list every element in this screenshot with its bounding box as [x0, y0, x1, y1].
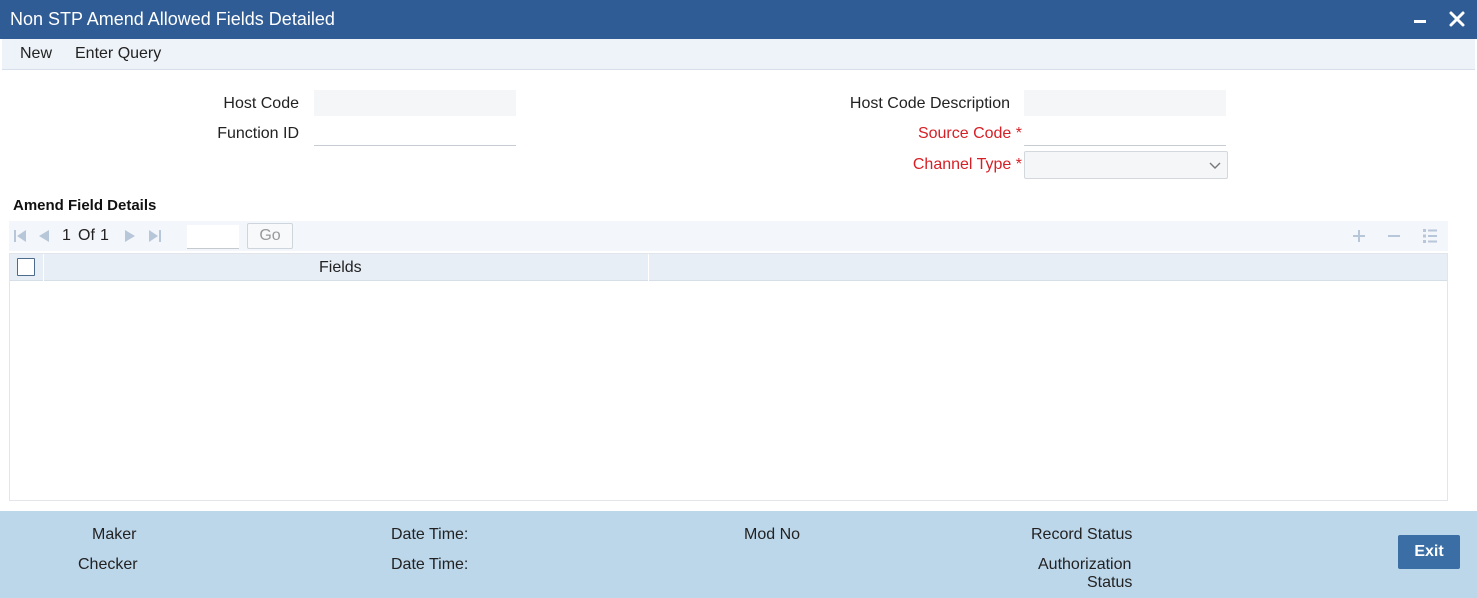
mod-no-label: Mod No: [744, 526, 801, 543]
close-icon[interactable]: [1446, 8, 1468, 30]
authorization-status-label-line2: Status: [1087, 574, 1133, 591]
checker-label: Checker: [78, 556, 138, 573]
host-code-description-label: Host Code Description: [849, 95, 1010, 112]
page-number-input[interactable]: [187, 225, 239, 249]
checker-date-time-label: Date Time:: [391, 556, 469, 573]
maker-date-time-label: Date Time:: [391, 526, 469, 543]
add-row-icon[interactable]: [1349, 226, 1369, 246]
grid-toolbar: 1 Of 1 Go: [9, 221, 1448, 251]
pager-current: 1: [62, 227, 71, 244]
last-page-icon[interactable]: [148, 229, 162, 243]
host-code-field[interactable]: [314, 90, 516, 116]
list-view-icon[interactable]: [1420, 226, 1440, 246]
host-code-description-field[interactable]: [1024, 90, 1226, 116]
table-header: Fields: [10, 254, 1447, 281]
audit-footer: Maker Checker Date Time: Date Time: Mod …: [0, 511, 1477, 598]
chevron-down-icon: [1209, 162, 1221, 169]
channel-type-select[interactable]: [1024, 151, 1228, 179]
first-page-icon[interactable]: [13, 229, 27, 243]
channel-type-label: Channel Type *: [912, 156, 1022, 173]
column-divider: [648, 254, 649, 281]
function-id-label: Function ID: [217, 125, 299, 142]
pager-total: 1: [100, 227, 109, 244]
enter-query-button[interactable]: Enter Query: [75, 45, 161, 63]
maker-label: Maker: [92, 526, 137, 543]
exit-button[interactable]: Exit: [1398, 535, 1460, 569]
function-id-field[interactable]: [314, 120, 516, 146]
main-toolbar: New Enter Query: [2, 39, 1475, 70]
source-code-field[interactable]: [1024, 120, 1226, 146]
minimize-icon[interactable]: [1411, 11, 1431, 29]
authorization-status-label: Authorization: [1038, 556, 1132, 573]
new-button[interactable]: New: [20, 45, 52, 63]
record-status-label: Record Status: [1031, 526, 1133, 543]
next-page-icon[interactable]: [123, 229, 137, 243]
go-button[interactable]: Go: [247, 223, 293, 249]
amend-field-details-title: Amend Field Details: [13, 197, 157, 214]
amend-fields-table: Fields: [9, 253, 1448, 501]
column-header-fields[interactable]: Fields: [319, 259, 362, 277]
select-all-checkbox[interactable]: [17, 258, 35, 276]
source-code-label: Source Code *: [917, 125, 1022, 142]
previous-page-icon[interactable]: [37, 229, 51, 243]
window-titlebar: Non STP Amend Allowed Fields Detailed: [0, 0, 1477, 39]
remove-row-icon[interactable]: [1384, 226, 1404, 246]
pager-of-label: Of: [78, 227, 95, 244]
host-code-label: Host Code: [223, 95, 299, 112]
window-title: Non STP Amend Allowed Fields Detailed: [10, 9, 335, 29]
column-divider: [43, 254, 44, 281]
